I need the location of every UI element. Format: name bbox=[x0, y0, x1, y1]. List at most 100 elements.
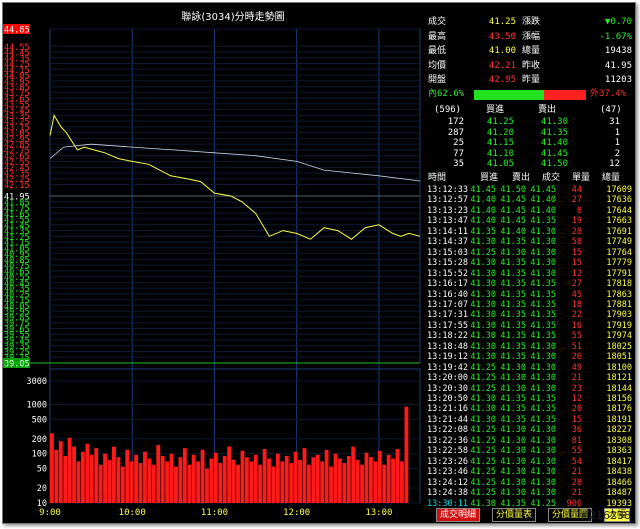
volume-bar bbox=[129, 461, 134, 503]
tick-time: 13:12:57 bbox=[427, 195, 468, 206]
tick-ask: 41.35 bbox=[500, 299, 526, 310]
tick-volume: 55 bbox=[571, 446, 582, 457]
tick-ask: 41.30 bbox=[500, 362, 526, 373]
tick-price: 41.35 bbox=[530, 279, 556, 290]
tick-volume: 28 bbox=[571, 477, 582, 488]
order-book-row: 287 41.20 41.35 1 bbox=[424, 128, 635, 139]
window-frame: 聯詠(3034)分時走勢圖 9:00 10:00 11:00 12:00 13:00 44.… bbox=[2, 2, 636, 524]
volume-bar bbox=[196, 461, 201, 503]
tick-total: 17663 bbox=[606, 216, 632, 227]
tick-volume: 23 bbox=[571, 383, 582, 394]
volume-bar bbox=[302, 448, 307, 503]
tick-price: 41.30 bbox=[530, 352, 556, 363]
tick-ask: 41.50 bbox=[500, 185, 526, 195]
tick-volume: 81 bbox=[571, 435, 582, 446]
tick-time: 13:22:58 bbox=[427, 446, 468, 457]
volume-bar bbox=[89, 454, 94, 503]
tick-row: 13:19:12 41.30 41.35 41.30 26 18051 bbox=[424, 352, 635, 363]
volume-bar bbox=[324, 449, 329, 503]
tick-price: 41.35 bbox=[530, 216, 556, 227]
tick-bid: 41.30 bbox=[470, 258, 496, 269]
quote-label: 漲幅 bbox=[522, 31, 541, 42]
volume-bar bbox=[244, 457, 249, 503]
tick-total: 18156 bbox=[606, 394, 632, 404]
tick-time: 13:18:22 bbox=[427, 331, 468, 342]
tick-row: 13:16:40 41.30 41.35 41.35 45 17863 bbox=[424, 290, 635, 301]
ask-price: 41.40 bbox=[540, 138, 568, 148]
tick-total: 17764 bbox=[606, 247, 632, 258]
tick-time: 13:13:47 bbox=[427, 216, 468, 227]
tick-row: 13:20:00 41.25 41.30 41.30 21 18121 bbox=[424, 373, 635, 384]
volume-bar bbox=[209, 458, 214, 503]
volume-bar bbox=[315, 454, 320, 503]
volume-bar bbox=[151, 464, 156, 503]
tick-time: 13:12:33 bbox=[427, 185, 468, 195]
tick-total: 18051 bbox=[606, 352, 632, 363]
tick-total: 18176 bbox=[606, 404, 632, 415]
price-tick-label: 44.85 bbox=[4, 26, 30, 36]
quote-row: 成交 41.25 漲跌 ▼0.70 bbox=[424, 17, 635, 28]
ask-qty: 1 bbox=[614, 127, 620, 138]
tick-total: 17881 bbox=[606, 299, 632, 310]
toolbar-button[interactable]: 分價量表 bbox=[492, 508, 537, 522]
volume-bar bbox=[262, 449, 267, 503]
quote-value: 42.95 bbox=[488, 75, 516, 85]
chart-title: 聯詠(3034)分時走勢圖 bbox=[181, 10, 284, 23]
tick-price: 41.35 bbox=[530, 320, 556, 331]
tick-row: 13:15:28 41.30 41.35 41.30 15 17779 bbox=[424, 258, 635, 269]
volume-bar bbox=[298, 459, 302, 503]
tick-row: 13:12:33 41.45 41.50 41.45 44 17609 bbox=[424, 185, 635, 196]
quote-label: 漲跌 bbox=[522, 17, 541, 27]
tick-time: 13:17:31 bbox=[427, 310, 468, 321]
col-time: 時間 bbox=[428, 173, 447, 183]
volume-bar bbox=[333, 453, 338, 503]
intraday-chart[interactable]: 聯詠(3034)分時走勢圖9:00 10:00 11:00 12:00 13:0044.… bbox=[3, 3, 423, 523]
ratio-bar bbox=[474, 90, 586, 100]
tick-row: 13:21:16 41.30 41.35 41.35 20 18176 bbox=[424, 404, 635, 415]
tick-ask: 41.30 bbox=[500, 247, 526, 258]
price-line[interactable] bbox=[49, 114, 421, 240]
tick-volume: 19 bbox=[571, 216, 582, 227]
tick-price: 41.30 bbox=[530, 425, 556, 436]
tick-bid: 41.30 bbox=[470, 237, 496, 248]
volume-bar bbox=[213, 452, 218, 503]
volume-bar bbox=[391, 458, 396, 503]
tick-price: 41.30 bbox=[530, 268, 556, 279]
tick-price: 41.30 bbox=[530, 237, 556, 248]
tick-price: 41.30 bbox=[530, 467, 556, 478]
tick-row: 13:22:08 41.25 41.30 41.30 36 18227 bbox=[424, 425, 635, 436]
volume-bar bbox=[355, 459, 360, 503]
bottom-toolbar: 成交明細 分價量表 分價量圖 大幅 bbox=[3, 507, 635, 523]
tick-bid: 41.30 bbox=[470, 320, 496, 331]
tick-ask: 41.30 bbox=[500, 467, 526, 478]
tick-bid: 41.25 bbox=[470, 456, 496, 467]
volume-bar bbox=[338, 458, 342, 503]
tick-bid: 41.30 bbox=[470, 310, 496, 321]
tick-ask: 41.30 bbox=[500, 425, 526, 436]
volume-bar bbox=[289, 463, 294, 503]
volume-bar bbox=[227, 446, 232, 503]
tick-row: 13:23:46 41.25 41.30 41.30 21 18438 bbox=[424, 467, 635, 478]
tick-time: 13:22:36 bbox=[427, 435, 468, 446]
volume-tick-label: 200 bbox=[32, 435, 47, 445]
volume-bar bbox=[342, 463, 347, 503]
tick-row: 13:23:26 41.25 41.30 41.30 54 18417 bbox=[424, 457, 635, 468]
tick-volume: 44 bbox=[571, 185, 582, 195]
tick-volume: 12 bbox=[571, 268, 582, 279]
volume-bar bbox=[306, 464, 311, 503]
tick-row: 13:13:47 41.40 41.45 41.35 19 17663 bbox=[424, 216, 635, 227]
quote-value: 41.00 bbox=[488, 46, 516, 56]
volume-bar bbox=[373, 461, 378, 503]
volume-tick-label: 50 bbox=[37, 465, 47, 475]
volume-bar bbox=[107, 459, 112, 503]
tick-row: 13:18:48 41.30 41.35 41.30 51 18025 bbox=[424, 342, 635, 353]
tick-time: 13:23:46 bbox=[427, 467, 468, 478]
tick-time: 13:24:38 bbox=[427, 488, 468, 499]
bid-price: 41.15 bbox=[486, 138, 514, 148]
tick-total: 18417 bbox=[606, 456, 632, 467]
toolbar-button[interactable]: 成交明細 bbox=[436, 508, 481, 522]
volume-bar bbox=[346, 456, 351, 503]
tick-time: 13:16:40 bbox=[427, 289, 468, 300]
tick-time: 13:21:44 bbox=[427, 414, 468, 425]
tick-row: 13:17:55 41.30 41.35 41.35 16 17919 bbox=[424, 321, 635, 332]
